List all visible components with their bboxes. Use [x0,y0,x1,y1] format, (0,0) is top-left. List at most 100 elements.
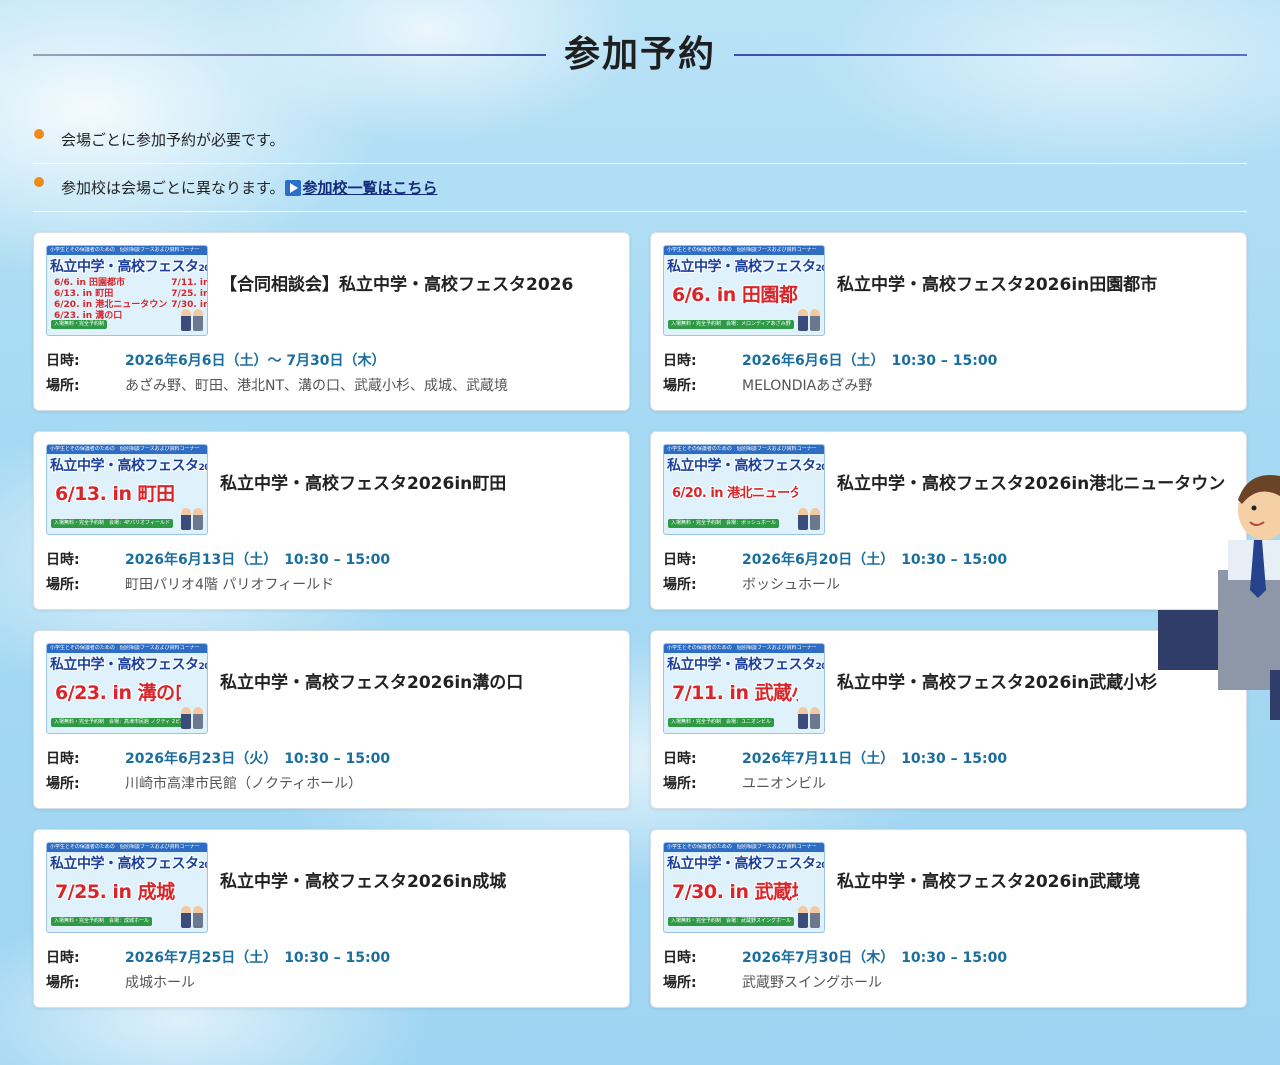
event-date-row: 日時: 2026年7月25日（土） 10:30 – 15:00 [46,945,617,969]
event-thumbnail: 小学生とその保護者のための 個別相談ブースおよび資料コーナー 私立中学・高校フェ… [46,245,208,336]
event-title: 【合同相談会】私立中学・高校フェスタ2026 [220,275,574,295]
student-mascot-illustration [1158,475,1280,720]
event-date: 2026年6月13日（土） 10:30 – 15:00 [125,552,391,568]
bullet-dot-icon [34,129,44,139]
event-thumbnail: 小学生とその保護者のための 個別相談ブースおよび資料コーナー 私立中学・高校フェ… [663,643,825,734]
bullet-dot-icon [34,177,44,187]
event-thumbnail: 小学生とその保護者のための 個別相談ブースおよび資料コーナー 私立中学・高校フェ… [46,444,208,535]
students-illustration [798,305,820,331]
place-label: 場所: [663,577,697,593]
date-label: 日時: [46,950,80,966]
notice-item: 参加校は会場ごとに異なります。 参加校一覧はこちら [33,164,1247,212]
event-date: 2026年7月11日（土） 10:30 – 15:00 [742,751,1008,767]
thumbnail-date: 7/25. in 成城 [55,881,175,903]
date-label: 日時: [46,353,80,369]
event-card-musashisakai[interactable]: 小学生とその保護者のための 個別相談ブースおよび資料コーナー 私立中学・高校フェ… [650,829,1247,1008]
thumbnail-footer: 入場無料・完全予約制 会場：ユニオンビル [668,718,775,727]
place-label: 場所: [663,975,697,991]
thumbnail-caption: 小学生とその保護者のための 個別相談ブースおよび資料コーナー [50,844,200,850]
event-place: MELONDIAあざみ野 [742,378,873,394]
thumbnail-caption: 小学生とその保護者のための 個別相談ブースおよび資料コーナー [50,446,200,452]
event-place: 川崎市高津市民館（ノクティホール） [125,776,363,792]
thumbnail-footer: 入場無料・完全予約制 会場：高津市民館 ノクティ 2ビル [51,718,189,727]
event-title: 私立中学・高校フェスタ2026in成城 [220,872,507,892]
event-place-row: 場所: あざみ野、町田、港北NT、溝の口、武蔵小杉、成城、武蔵境 [46,373,617,397]
event-place: あざみ野、町田、港北NT、溝の口、武蔵小杉、成城、武蔵境 [125,378,509,394]
students-illustration [181,703,203,729]
event-date: 2026年6月6日（土） 10:30 – 15:00 [742,353,998,369]
thumbnail-title: 私立中学・高校フェスタ2026 [667,856,824,872]
place-label: 場所: [46,577,80,593]
thumbnail-title: 私立中学・高校フェスタ2026 [50,657,207,673]
thumbnail-title: 私立中学・高校フェスタ2026 [50,458,207,474]
place-label: 場所: [663,776,697,792]
event-thumbnail: 小学生とその保護者のための 個別相談ブースおよび資料コーナー 私立中学・高校フェ… [46,842,208,933]
event-card-seijo[interactable]: 小学生とその保護者のための 個別相談ブースおよび資料コーナー 私立中学・高校フェ… [33,829,630,1008]
event-date-row: 日時: 2026年6月13日（土） 10:30 – 15:00 [46,547,617,571]
event-date-row: 日時: 2026年6月20日（土） 10:30 – 15:00 [663,547,1234,571]
heading-rule-left [33,54,546,56]
students-illustration [798,703,820,729]
event-date-row: 日時: 2026年7月30日（木） 10:30 – 15:00 [663,945,1234,969]
event-place: ボッシュホール [742,577,840,593]
event-place: 武蔵野スイングホール [742,975,882,991]
participating-schools-link[interactable]: 参加校一覧はこちら [284,177,438,198]
date-label: 日時: [663,751,697,767]
students-illustration [181,305,203,331]
date-label: 日時: [663,552,697,568]
thumbnail-date: 7/30. in 武蔵境 [672,881,798,903]
date-label: 日時: [46,552,80,568]
event-card-machida[interactable]: 小学生とその保護者のための 個別相談ブースおよび資料コーナー 私立中学・高校フェ… [33,431,630,610]
event-card-all[interactable]: 小学生とその保護者のための 個別相談ブースおよび資料コーナー 私立中学・高校フェ… [33,232,630,411]
thumbnail-caption: 小学生とその保護者のための 個別相談ブースおよび資料コーナー [667,645,817,651]
event-card-denentoshi[interactable]: 小学生とその保護者のための 個別相談ブースおよび資料コーナー 私立中学・高校フェ… [650,232,1247,411]
students-illustration [181,504,203,530]
notice-item: 会場ごとに参加予約が必要です。 [33,116,1247,164]
date-label: 日時: [663,353,697,369]
play-arrow-icon [284,179,301,196]
event-date: 2026年7月25日（土） 10:30 – 15:00 [125,950,391,966]
participating-schools-link-label: 参加校一覧はこちら [302,179,438,197]
event-date: 2026年6月20日（土） 10:30 – 15:00 [742,552,1008,568]
event-date: 2026年6月6日（土）〜 7月30日（木） [125,353,386,369]
thumbnail-caption: 小学生とその保護者のための 個別相談ブースおよび資料コーナー [667,844,817,850]
date-label: 日時: [46,751,80,767]
thumbnail-date: 6/13. in 町田 [55,483,175,505]
thumbnail-footer: 入場無料・完全予約制 [51,320,108,329]
event-place-row: 場所: ボッシュホール [663,572,1234,596]
thumbnail-footer: 入場無料・完全予約制 会場：4Fパリオフィールド [51,519,173,528]
notice-list: 会場ごとに参加予約が必要です。 参加校は会場ごとに異なります。 参加校一覧はこち… [33,116,1247,212]
event-thumbnail: 小学生とその保護者のための 個別相談ブースおよび資料コーナー 私立中学・高校フェ… [663,245,825,336]
event-thumbnail: 小学生とその保護者のための 個別相談ブースおよび資料コーナー 私立中学・高校フェ… [663,842,825,933]
event-place: ユニオンビル [742,776,826,792]
event-place: 成城ホール [125,975,195,991]
event-thumbnail: 小学生とその保護者のための 個別相談ブースおよび資料コーナー 私立中学・高校フェ… [46,643,208,734]
event-date: 2026年6月23日（火） 10:30 – 15:00 [125,751,391,767]
thumbnail-title: 私立中学・高校フェスタ2026 [667,259,824,275]
thumbnail-title: 私立中学・高校フェスタ2026 [667,458,824,474]
heading-rule-right [734,54,1248,56]
event-title: 私立中学・高校フェスタ2026in溝の口 [220,673,524,693]
event-card-mizonokuchi[interactable]: 小学生とその保護者のための 個別相談ブースおよび資料コーナー 私立中学・高校フェ… [33,630,630,809]
thumbnail-title: 私立中学・高校フェスタ2026 [667,657,824,673]
event-place-row: 場所: 武蔵野スイングホール [663,970,1234,994]
thumbnail-date: 6/23. in 溝の口 [55,682,181,704]
place-label: 場所: [663,378,697,394]
thumbnail-footer: 入場無料・完全予約制 会場：メロンディアあざみ野 [668,320,794,329]
thumbnail-date: 6/20. in 港北ニュータウン [672,486,798,501]
place-label: 場所: [46,776,80,792]
thumbnail-footer: 入場無料・完全予約制 会場：武蔵野スイングホール [668,917,795,926]
thumbnail-caption: 小学生とその保護者のための 個別相談ブースおよび資料コーナー [50,645,200,651]
thumbnail-title: 私立中学・高校フェスタ2026 [50,259,207,275]
students-illustration [798,902,820,928]
thumbnail-footer: 入場無料・完全予約制 会場：成城ホール [51,917,153,926]
place-label: 場所: [46,975,80,991]
notice-text: 会場ごとに参加予約が必要です。 [61,131,285,149]
date-label: 日時: [663,950,697,966]
event-date-row: 日時: 2026年6月23日（火） 10:30 – 15:00 [46,746,617,770]
students-illustration [181,902,203,928]
thumbnail-caption: 小学生とその保護者のための 個別相談ブースおよび資料コーナー [50,247,200,253]
event-place-row: 場所: 川崎市高津市民館（ノクティホール） [46,771,617,795]
event-date: 2026年7月30日（木） 10:30 – 15:00 [742,950,1008,966]
thumbnail-footer: 入場無料・完全予約制 会場：ボッシュホール [668,519,780,528]
